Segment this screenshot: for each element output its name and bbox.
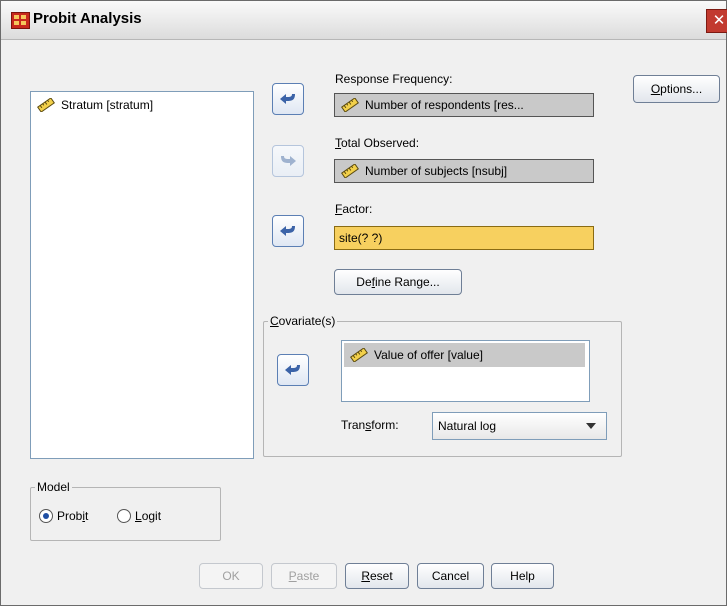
title-bar[interactable]: Probit Analysis ✕ [1, 1, 727, 40]
total-observed-value: Number of subjects [nsubj] [365, 164, 508, 178]
covariate-label: Value of offer [value] [374, 348, 483, 362]
factor-field[interactable]: site(? ?) [334, 226, 594, 250]
move-total-observed-button[interactable] [272, 145, 304, 177]
arrow-right-icon [281, 156, 296, 166]
ruler-icon [350, 347, 368, 363]
radio-selected-icon [39, 509, 53, 523]
logit-label: Logit [135, 509, 162, 523]
source-variable-list[interactable]: Stratum [stratum] [30, 91, 254, 459]
cancel-button[interactable]: Cancel [417, 563, 484, 589]
reset-button[interactable]: Reset [345, 563, 409, 589]
total-observed-field[interactable]: Number of subjects [nsubj] [334, 159, 594, 183]
list-item[interactable]: Stratum [stratum] [37, 96, 153, 114]
help-button[interactable]: Help [491, 563, 554, 589]
paste-button[interactable]: Paste [271, 563, 337, 589]
arrow-left-icon [280, 94, 295, 104]
ruler-icon [37, 97, 55, 113]
factor-label: Factor: [335, 202, 373, 216]
covariates-title: Covariate(s) [268, 314, 338, 328]
dialog-window: Probit Analysis ✕ Stratum [stratum] Resp… [0, 0, 727, 606]
ruler-icon [341, 97, 359, 113]
arrow-left-icon [280, 226, 295, 236]
move-response-frequency-button[interactable] [272, 83, 304, 115]
arrow-left-icon [285, 365, 300, 375]
chevron-down-icon [586, 423, 596, 429]
factor-value: site(? ?) [339, 231, 383, 245]
close-icon: ✕ [712, 12, 726, 29]
list-item-label: Stratum [stratum] [61, 98, 154, 112]
ok-button[interactable]: OK [199, 563, 263, 589]
total-observed-label: Total Observed: [335, 136, 420, 150]
window-title: Probit Analysis [33, 10, 142, 27]
close-button[interactable]: ✕ [706, 9, 727, 33]
radio-unselected-icon [117, 509, 131, 523]
transform-select[interactable]: Natural log [432, 412, 607, 440]
options-button[interactable]: Options... [633, 75, 720, 103]
transform-label: Transform: [341, 418, 399, 432]
covariates-list[interactable]: Value of offer [value] [341, 340, 590, 402]
response-frequency-field[interactable]: Number of respondents [res... [334, 93, 594, 117]
list-item[interactable]: Value of offer [value] [344, 343, 585, 367]
probit-label: Probit [57, 509, 89, 523]
ruler-icon [341, 163, 359, 179]
define-range-button[interactable]: De f ine Range... [334, 269, 462, 295]
response-frequency-label: Response Frequency: [335, 72, 453, 86]
response-frequency-value: Number of respondents [res... [365, 98, 524, 112]
move-covariate-button[interactable] [277, 354, 309, 386]
move-factor-button[interactable] [272, 215, 304, 247]
transform-value: Natural log [438, 419, 497, 433]
model-group: Model Probit Logit [30, 480, 221, 541]
probit-radio[interactable]: Probit [39, 509, 88, 523]
logit-radio[interactable]: Logit [117, 509, 161, 523]
model-title: Model [35, 480, 72, 494]
spss-table-icon [11, 12, 30, 29]
